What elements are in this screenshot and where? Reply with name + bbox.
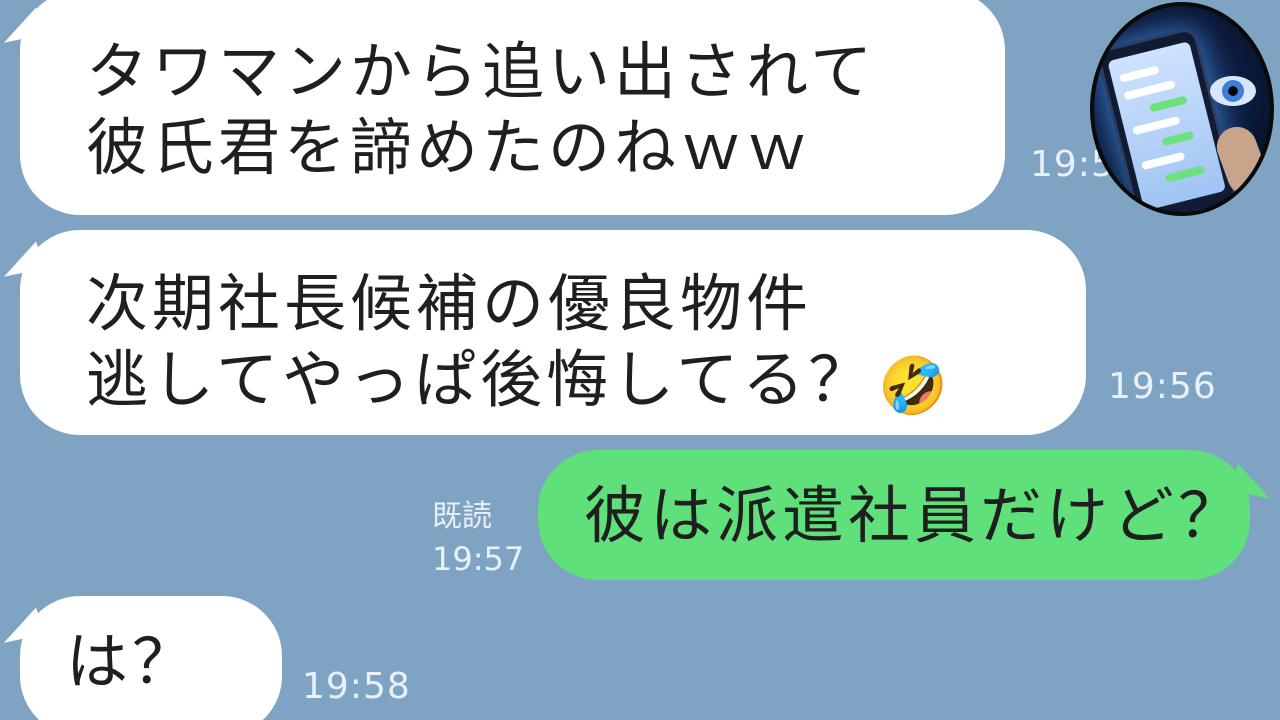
message-timestamp: 19:58 bbox=[302, 666, 411, 707]
chat-area[interactable]: タワマンから追い出されて 彼氏君を諦めたのねｗｗ 19:5 次期社長候補の優良物… bbox=[0, 0, 1280, 720]
message-bubble-incoming[interactable]: は？ bbox=[20, 596, 282, 720]
message-timestamp: 19:57 bbox=[432, 540, 525, 578]
message-bubble-incoming[interactable]: 次期社長候補の優良物件 逃してやっぱ後悔してる？🤣 bbox=[20, 230, 1086, 435]
message-bubble-outgoing[interactable]: 彼は派遣社員だけど？ bbox=[538, 450, 1250, 580]
spy-phone-thumbnail-icon bbox=[1090, 2, 1274, 216]
message-text-line: 次期社長候補の優良物件 bbox=[86, 267, 813, 340]
read-receipt: 既読 19:57 bbox=[432, 497, 524, 579]
smartphone-icon bbox=[1095, 26, 1239, 212]
message-text-line: 彼は派遣社員だけど？ bbox=[584, 479, 1245, 552]
message-text-line: タワマンから追い出されて bbox=[86, 35, 877, 108]
message-text-line: は？ bbox=[66, 625, 199, 698]
rofl-emoji-icon: 🤣 bbox=[878, 354, 953, 419]
read-label: 既読 bbox=[432, 499, 492, 534]
eye-icon bbox=[1210, 76, 1256, 106]
message-timestamp: 19:56 bbox=[1108, 366, 1217, 407]
message-text-line: 彼氏君を諦めたのねｗｗ bbox=[86, 111, 813, 184]
message-bubble-incoming[interactable]: タワマンから追い出されて 彼氏君を諦めたのねｗｗ bbox=[20, 0, 1005, 215]
message-text-line: 逃してやっぱ後悔してる？ bbox=[86, 343, 875, 416]
